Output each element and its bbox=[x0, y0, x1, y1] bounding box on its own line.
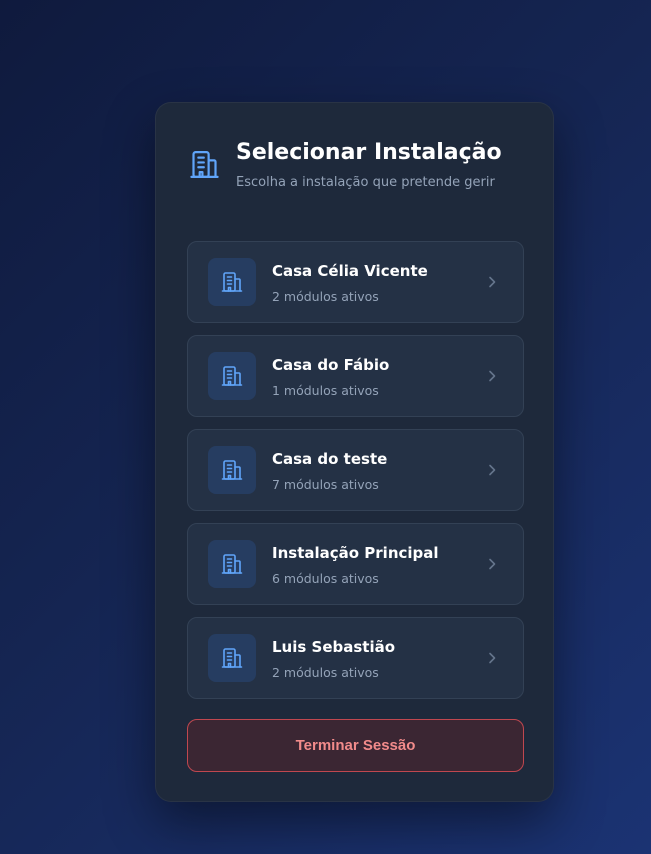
building-icon bbox=[221, 366, 243, 386]
installation-name: Luis Sebastião bbox=[272, 638, 396, 656]
installation-icon-box bbox=[208, 634, 256, 682]
installation-select-card: Selecionar Instalação Escolha a instalaç… bbox=[155, 102, 554, 802]
installation-name: Casa do teste bbox=[272, 450, 388, 468]
installation-name: Instalação Principal bbox=[272, 544, 439, 562]
building-icon bbox=[221, 554, 243, 574]
installation-modules: 7 módulos ativos bbox=[272, 477, 379, 492]
logout-button[interactable]: Terminar Sessão bbox=[187, 719, 524, 772]
installation-item[interactable]: Instalação Principal 6 módulos ativos bbox=[187, 523, 524, 605]
building-icon bbox=[221, 460, 243, 480]
chevron-right-icon bbox=[489, 370, 496, 382]
installation-item[interactable]: Casa do Fábio 1 módulos ativos bbox=[187, 335, 524, 417]
installation-icon-box bbox=[208, 446, 256, 494]
chevron-right-icon bbox=[489, 276, 496, 288]
card-header: Selecionar Instalação Escolha a instalaç… bbox=[188, 140, 533, 200]
building-icon bbox=[190, 151, 219, 178]
installation-list: Casa Célia Vicente 2 módulos ativos Casa… bbox=[187, 241, 524, 711]
chevron-right-icon bbox=[489, 464, 496, 476]
installation-modules: 2 módulos ativos bbox=[272, 665, 379, 680]
installation-name: Casa do Fábio bbox=[272, 356, 390, 374]
installation-modules: 2 módulos ativos bbox=[272, 289, 379, 304]
installation-item[interactable]: Luis Sebastião 2 módulos ativos bbox=[187, 617, 524, 699]
page-title: Selecionar Instalação bbox=[236, 140, 502, 165]
installation-item[interactable]: Casa do teste 7 módulos ativos bbox=[187, 429, 524, 511]
installation-icon-box bbox=[208, 540, 256, 588]
chevron-right-icon bbox=[489, 558, 496, 570]
installation-item[interactable]: Casa Célia Vicente 2 módulos ativos bbox=[187, 241, 524, 323]
building-icon bbox=[221, 648, 243, 668]
installation-modules: 6 módulos ativos bbox=[272, 571, 379, 586]
installation-icon-box bbox=[208, 352, 256, 400]
page-subtitle: Escolha a instalação que pretende gerir bbox=[236, 175, 495, 190]
installation-modules: 1 módulos ativos bbox=[272, 383, 379, 398]
installation-name: Casa Célia Vicente bbox=[272, 262, 428, 280]
chevron-right-icon bbox=[489, 652, 496, 664]
building-icon bbox=[221, 272, 243, 292]
installation-icon-box bbox=[208, 258, 256, 306]
